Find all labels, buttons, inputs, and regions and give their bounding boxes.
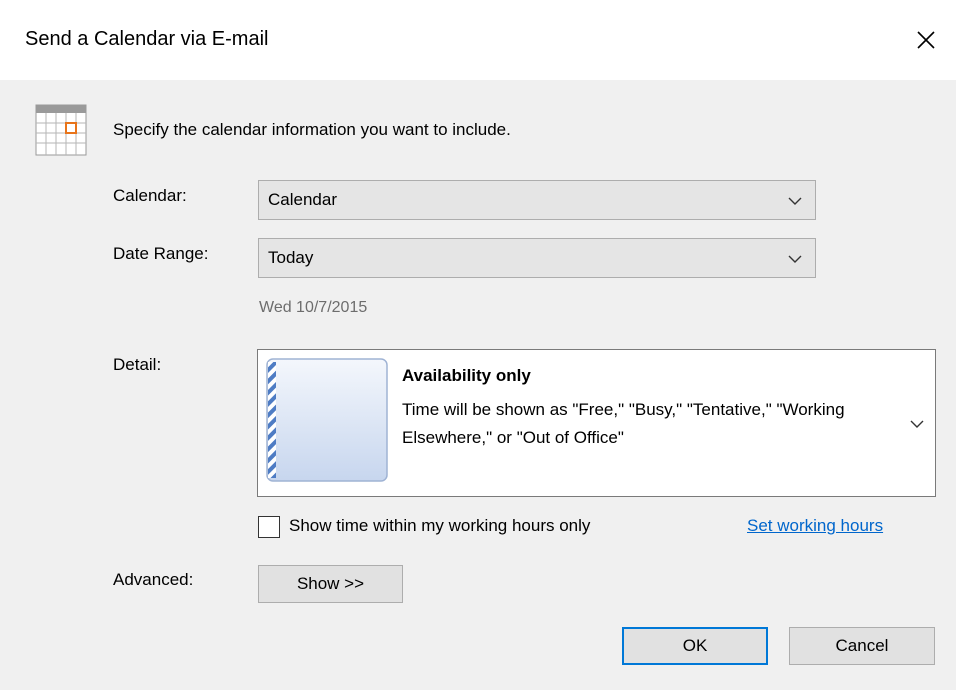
calendar-select-value: Calendar — [268, 190, 337, 209]
close-icon — [917, 31, 935, 49]
instruction-text: Specify the calendar information you wan… — [113, 120, 511, 139]
availability-icon — [266, 358, 388, 482]
ok-button[interactable]: OK — [622, 627, 768, 665]
working-hours-label[interactable]: Show time within my working hours only — [289, 516, 590, 536]
detail-select[interactable]: Availability only Time will be shown as … — [257, 349, 936, 497]
date-range-summary: Wed 10/7/2015 — [259, 299, 368, 316]
date-range-label: Date Range: — [113, 244, 209, 263]
advanced-label: Advanced: — [113, 570, 194, 589]
close-button[interactable] — [896, 0, 956, 80]
chevron-down-icon — [910, 420, 924, 428]
date-range-select-value: Today — [268, 248, 314, 267]
calendar-icon — [35, 104, 87, 156]
calendar-select[interactable]: Calendar — [258, 180, 816, 220]
detail-label: Detail: — [113, 355, 162, 374]
set-working-hours-link[interactable]: Set working hours — [747, 516, 883, 536]
working-hours-checkbox[interactable] — [258, 516, 280, 538]
calendar-label: Calendar: — [113, 186, 187, 205]
cancel-button[interactable]: Cancel — [789, 627, 935, 665]
chevron-down-icon — [788, 255, 802, 263]
detail-title: Availability only — [402, 366, 531, 385]
date-range-select[interactable]: Today — [258, 238, 816, 278]
dialog-title: Send a Calendar via E-mail — [25, 28, 269, 50]
show-advanced-button[interactable]: Show >> — [258, 565, 403, 603]
chevron-down-icon — [788, 197, 802, 205]
detail-description: Time will be shown as "Free," "Busy," "T… — [402, 400, 845, 447]
title-bar: Send a Calendar via E-mail — [0, 0, 956, 80]
